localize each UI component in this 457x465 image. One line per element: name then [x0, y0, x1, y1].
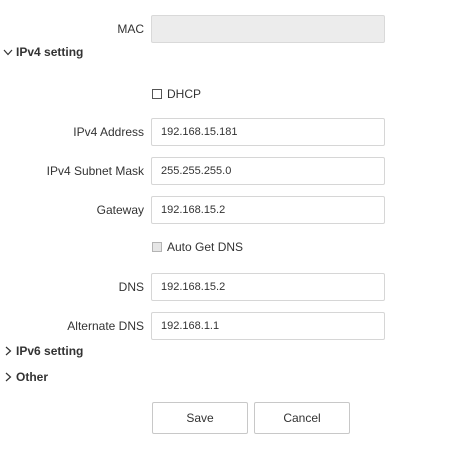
auto-dns-checkbox[interactable]	[152, 241, 162, 252]
chevron-right-icon	[3, 372, 13, 382]
dns-field[interactable]: 192.168.15.2	[151, 273, 385, 301]
ipv4-address-row: IPv4 Address 192.168.15.181	[0, 118, 457, 146]
ipv4-subnet-label: IPv4 Subnet Mask	[46, 164, 144, 178]
save-button[interactable]: Save	[152, 402, 248, 434]
gateway-label: Gateway	[96, 203, 144, 217]
mac-row: MAC	[0, 15, 457, 43]
ipv4-subnet-row: IPv4 Subnet Mask 255.255.255.0	[0, 157, 457, 185]
ipv6-section-title: IPv6 setting	[16, 344, 84, 358]
gateway-row: Gateway 192.168.15.2	[0, 196, 457, 224]
dhcp-option[interactable]: DHCP	[152, 86, 201, 102]
ipv4-subnet-field[interactable]: 255.255.255.0	[151, 157, 385, 185]
chevron-right-icon	[3, 346, 13, 356]
cancel-button[interactable]: Cancel	[254, 402, 350, 434]
gateway-field[interactable]: 192.168.15.2	[151, 196, 385, 224]
chevron-down-icon	[3, 47, 13, 57]
dhcp-label: DHCP	[167, 87, 202, 101]
mac-field	[151, 15, 385, 43]
ipv4-address-field[interactable]: 192.168.15.181	[151, 118, 385, 146]
dns-label: DNS	[118, 280, 144, 294]
ipv4-address-label: IPv4 Address	[73, 125, 144, 139]
auto-dns-label: Auto Get DNS	[167, 240, 244, 254]
mac-label: MAC	[117, 22, 144, 36]
other-section-title: Other	[16, 370, 49, 384]
alt-dns-row: Alternate DNS 192.168.1.1	[0, 312, 457, 340]
alt-dns-field[interactable]: 192.168.1.1	[151, 312, 385, 340]
ipv4-section-title: IPv4 setting	[16, 45, 84, 59]
auto-dns-option[interactable]: Auto Get DNS	[152, 239, 243, 255]
other-section-toggle[interactable]: Other	[3, 369, 48, 385]
network-settings-page: MAC IPv4 setting DHCP IPv4 Address 192.1…	[0, 0, 457, 465]
alt-dns-label: Alternate DNS	[67, 319, 144, 333]
dhcp-checkbox[interactable]	[152, 88, 162, 99]
dns-row: DNS 192.168.15.2	[0, 273, 457, 301]
ipv6-section-toggle[interactable]: IPv6 setting	[3, 343, 83, 359]
ipv4-section-toggle[interactable]: IPv4 setting	[3, 44, 83, 60]
